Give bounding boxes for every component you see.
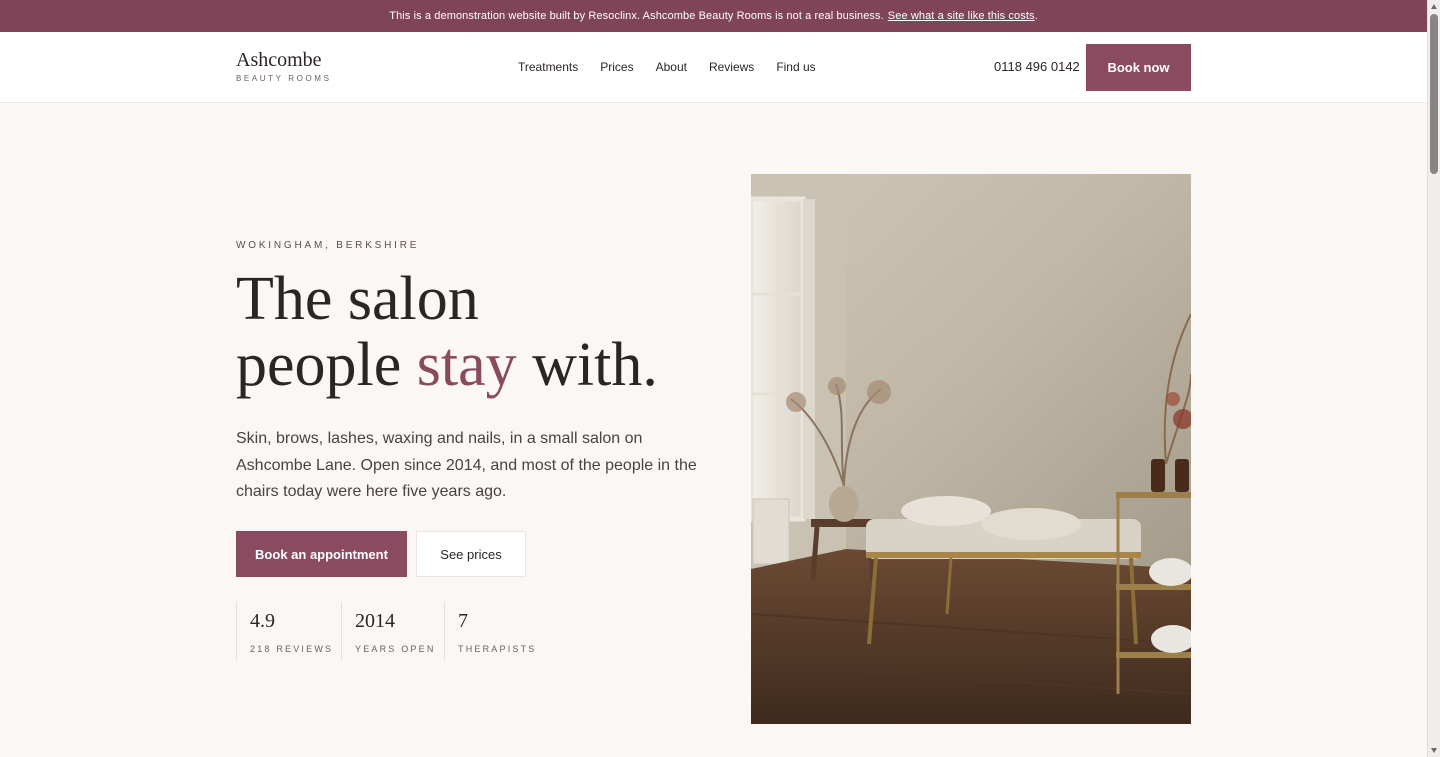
nav-about[interactable]: About xyxy=(656,59,687,75)
nav-reviews[interactable]: Reviews xyxy=(709,59,754,75)
headline-line-1: The salon xyxy=(236,265,479,333)
salon-room-illustration xyxy=(751,174,1191,724)
stat-therapists-label: THERAPISTS xyxy=(458,644,537,654)
headline-accent: stay xyxy=(416,331,517,399)
banner-cost-link[interactable]: See what a site like this costs xyxy=(888,10,1035,22)
headline-line-2-end: with. xyxy=(516,331,658,399)
main-nav: Treatments Prices About Reviews Find us xyxy=(518,59,816,75)
see-prices-button[interactable]: See prices xyxy=(416,531,526,577)
stat-reviews-value: 4.9 xyxy=(250,610,275,632)
banner-message: This is a demonstration website built by… xyxy=(389,10,884,22)
book-appointment-button[interactable]: Book an appointment xyxy=(236,531,407,577)
logo-subtitle: BEAUTY ROOMS xyxy=(236,74,332,83)
logo[interactable]: Ashcombe BEAUTY ROOMS xyxy=(236,49,332,83)
location-eyebrow: WOKINGHAM, BERKSHIRE xyxy=(236,240,420,251)
site-header: Ashcombe BEAUTY ROOMS Treatments Prices … xyxy=(0,32,1427,103)
stat-reviews: 4.9 218 REVIEWS xyxy=(236,602,333,660)
demo-banner: This is a demonstration website built by… xyxy=(0,0,1427,32)
hero-headline: The salon people stay with. xyxy=(236,266,658,398)
scrollbar-thumb[interactable] xyxy=(1430,14,1438,174)
scroll-up-arrow-icon[interactable] xyxy=(1431,4,1437,9)
headline-line-2-start: people xyxy=(236,331,417,399)
stat-years-label: YEARS OPEN xyxy=(355,644,436,654)
logo-name: Ashcombe xyxy=(236,49,322,71)
phone-number[interactable]: 0118 496 0142 xyxy=(994,59,1080,75)
stat-years-value: 2014 xyxy=(355,610,395,632)
stat-years-open: 2014 YEARS OPEN xyxy=(341,602,436,660)
nav-find-us[interactable]: Find us xyxy=(776,59,815,75)
stat-reviews-label: 218 REVIEWS xyxy=(250,644,334,654)
stat-therapists-value: 7 xyxy=(458,610,468,632)
nav-treatments[interactable]: Treatments xyxy=(518,59,578,75)
banner-suffix: . xyxy=(1034,10,1038,22)
salon-room-photo xyxy=(751,174,1191,724)
nav-prices[interactable]: Prices xyxy=(600,59,633,75)
hero-intro: Skin, brows, lashes, waxing and nails, i… xyxy=(236,430,697,500)
book-now-button[interactable]: Book now xyxy=(1086,44,1191,91)
page-scrollbar[interactable] xyxy=(1427,0,1440,757)
stat-therapists: 7 THERAPISTS xyxy=(444,602,537,660)
scroll-down-arrow-icon[interactable] xyxy=(1431,748,1437,753)
